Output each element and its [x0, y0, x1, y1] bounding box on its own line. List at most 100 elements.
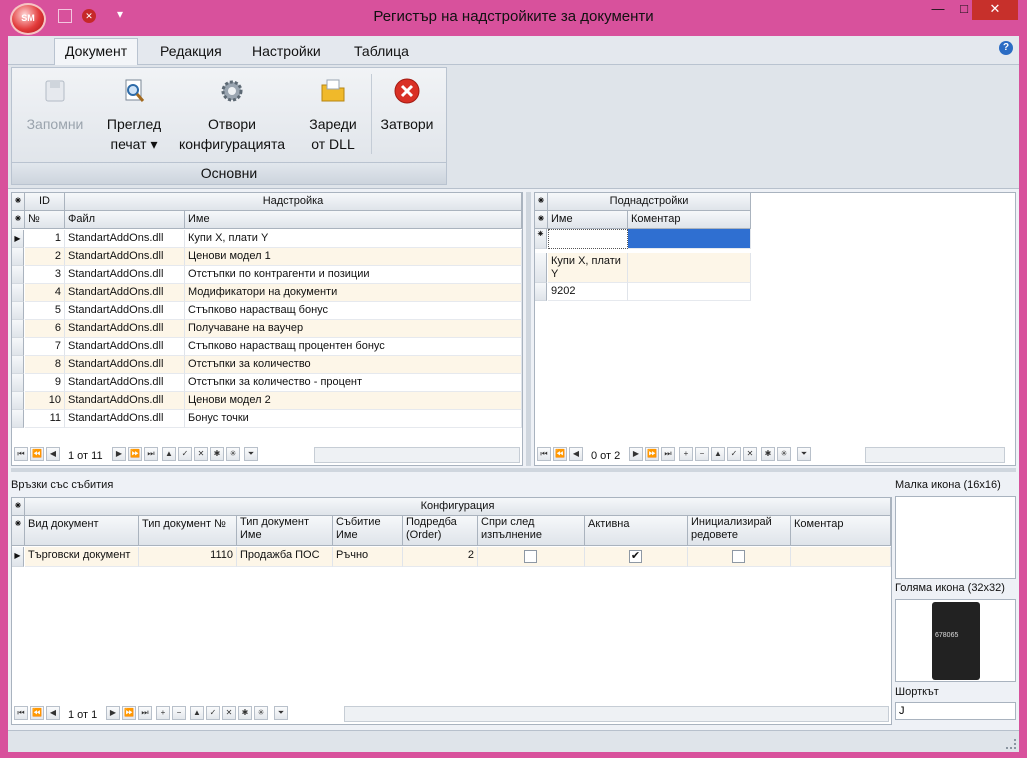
sub-row-2-name[interactable]: 9202	[548, 283, 628, 301]
help-icon[interactable]: ?	[999, 41, 1013, 55]
addon-row-file[interactable]: StandartAddOns.dll	[65, 284, 185, 302]
col-header-sub-comment[interactable]: Коментар	[628, 211, 751, 229]
event-row-comment[interactable]	[791, 547, 891, 567]
sub-nav-append-icon[interactable]: ▲	[711, 447, 725, 461]
nav-last-icon[interactable]: ⏭	[144, 447, 158, 461]
nav-prev-icon[interactable]: ◀	[46, 447, 60, 461]
stop-after-checkbox[interactable]	[524, 550, 537, 563]
nav-first-icon[interactable]: ⏮	[14, 447, 28, 461]
addons-hscroll[interactable]	[314, 447, 520, 463]
events-band-selector[interactable]: ⁕	[12, 498, 25, 516]
nav-apply-icon[interactable]: ✓	[178, 447, 192, 461]
nav-filter-icon[interactable]: ⏷	[244, 447, 258, 461]
col-header-name[interactable]: Име	[185, 211, 522, 229]
events-column-selector[interactable]: ⁕	[12, 516, 25, 546]
ev-nav-insert-icon[interactable]: +	[156, 706, 170, 720]
ev-nav-delete-icon[interactable]: −	[172, 706, 186, 720]
sub-nav-last-icon[interactable]: ⏭	[661, 447, 675, 461]
col-header-comment[interactable]: Коментар	[791, 516, 891, 546]
column-selector[interactable]: ⁕	[12, 211, 25, 229]
row-selector[interactable]	[12, 356, 24, 374]
ev-nav-refresh-icon[interactable]: ✱	[238, 706, 252, 720]
print-preview-button[interactable]: Преглед печат ▾	[98, 76, 170, 154]
row-selector[interactable]: ▶	[12, 230, 24, 248]
nav-bookmark-icon[interactable]: ✳	[226, 447, 240, 461]
event-row-doc-type-no[interactable]: 1110	[139, 547, 237, 567]
addon-row-file[interactable]: StandartAddOns.dll	[65, 374, 185, 392]
sub-nav-prev-page-icon[interactable]: ⏪	[553, 447, 567, 461]
addon-row-file[interactable]: StandartAddOns.dll	[65, 248, 185, 266]
col-header-stop-after[interactable]: Спри след изпълнение	[478, 516, 585, 546]
tab-edit[interactable]: Редакция	[160, 43, 222, 59]
event-row-event[interactable]: Ръчно	[333, 547, 403, 567]
addon-row-name[interactable]: Ценови модел 1	[185, 248, 522, 266]
addon-row-file[interactable]: StandartAddOns.dll	[65, 320, 185, 338]
addon-row-name[interactable]: Отстъпки за количество - процент	[185, 374, 522, 392]
nav-refresh-icon[interactable]: ✱	[210, 447, 224, 461]
sub-nav-refresh-icon[interactable]: ✱	[761, 447, 775, 461]
init-rows-checkbox[interactable]	[732, 550, 745, 563]
addon-row-file[interactable]: StandartAddOns.dll	[65, 410, 185, 428]
sub-nav-apply-icon[interactable]: ✓	[727, 447, 741, 461]
addon-row-name[interactable]: Купи X, плати Y	[185, 230, 522, 248]
sub-band-selector[interactable]: ⁕	[535, 193, 548, 211]
minimize-button[interactable]: —	[926, 0, 950, 20]
save-button[interactable]: Запомни	[20, 76, 90, 134]
row-selector[interactable]	[12, 392, 24, 410]
sub-nav-next-icon[interactable]: ▶	[629, 447, 643, 461]
col-header-sub-name[interactable]: Име	[548, 211, 628, 229]
row-selector[interactable]	[12, 410, 24, 428]
new-row-name-cell[interactable]	[548, 229, 628, 249]
ev-nav-next-page-icon[interactable]: ⏩	[122, 706, 136, 720]
addon-row-file[interactable]: StandartAddOns.dll	[65, 356, 185, 374]
nav-prev-page-icon[interactable]: ⏪	[30, 447, 44, 461]
ev-nav-apply-icon[interactable]: ✓	[206, 706, 220, 720]
addon-row-name[interactable]: Модификатори на документи	[185, 284, 522, 302]
nav-next-page-icon[interactable]: ⏩	[128, 447, 142, 461]
addon-row-file[interactable]: StandartAddOns.dll	[65, 302, 185, 320]
resize-grip-icon[interactable]	[1006, 739, 1016, 749]
ev-nav-append-icon[interactable]: ▲	[190, 706, 204, 720]
addon-row-no[interactable]: 10	[25, 392, 65, 410]
active-checkbox[interactable]: ✔	[629, 550, 642, 563]
sub-nav-first-icon[interactable]: ⏮	[537, 447, 551, 461]
nav-next-icon[interactable]: ▶	[112, 447, 126, 461]
tab-document[interactable]: Документ	[54, 38, 139, 66]
event-row-order[interactable]: 2	[403, 547, 478, 567]
addon-row-name[interactable]: Получаване на ваучер	[185, 320, 522, 338]
addon-row-no[interactable]: 7	[25, 338, 65, 356]
nav-cancel-icon[interactable]: ✕	[194, 447, 208, 461]
vertical-splitter[interactable]	[526, 192, 531, 466]
col-header-init-rows[interactable]: Инициализирай редовете	[688, 516, 791, 546]
addon-row-name[interactable]: Бонус точки	[185, 410, 522, 428]
sub-nav-next-page-icon[interactable]: ⏩	[645, 447, 659, 461]
ev-nav-next-icon[interactable]: ▶	[106, 706, 120, 720]
load-dll-button[interactable]: Зареди от DLL	[302, 76, 364, 154]
addon-row-no[interactable]: 5	[25, 302, 65, 320]
row-selector[interactable]	[12, 284, 24, 302]
sub-nav-bookmark-icon[interactable]: ✳	[777, 447, 791, 461]
band-selector[interactable]: ⁕	[12, 193, 25, 211]
ev-nav-filter-icon[interactable]: ⏷	[274, 706, 288, 720]
ev-nav-prev-page-icon[interactable]: ⏪	[30, 706, 44, 720]
event-row-doc-kind[interactable]: Търговски документ	[25, 547, 139, 567]
col-header-active[interactable]: Активна	[585, 516, 688, 546]
row-selector[interactable]	[12, 338, 24, 356]
ev-nav-prev-icon[interactable]: ◀	[46, 706, 60, 720]
row-selector[interactable]	[535, 283, 547, 301]
new-row-comment-cell[interactable]	[628, 229, 751, 249]
row-selector[interactable]	[12, 266, 24, 284]
close-button[interactable]: Затвори	[376, 76, 438, 134]
sub-nav-cancel-icon[interactable]: ✕	[743, 447, 757, 461]
sub-nav-delete-icon[interactable]: −	[695, 447, 709, 461]
addon-row-file[interactable]: StandartAddOns.dll	[65, 230, 185, 248]
addon-row-no[interactable]: 6	[25, 320, 65, 338]
sub-nav-insert-icon[interactable]: +	[679, 447, 693, 461]
addon-row-no[interactable]: 8	[25, 356, 65, 374]
addon-row-file[interactable]: StandartAddOns.dll	[65, 338, 185, 356]
col-header-file[interactable]: Файл	[65, 211, 185, 229]
small-icon-box[interactable]	[895, 496, 1016, 579]
tab-table[interactable]: Таблица	[354, 43, 409, 59]
events-hscroll[interactable]	[344, 706, 889, 722]
row-selector[interactable]	[12, 248, 24, 266]
